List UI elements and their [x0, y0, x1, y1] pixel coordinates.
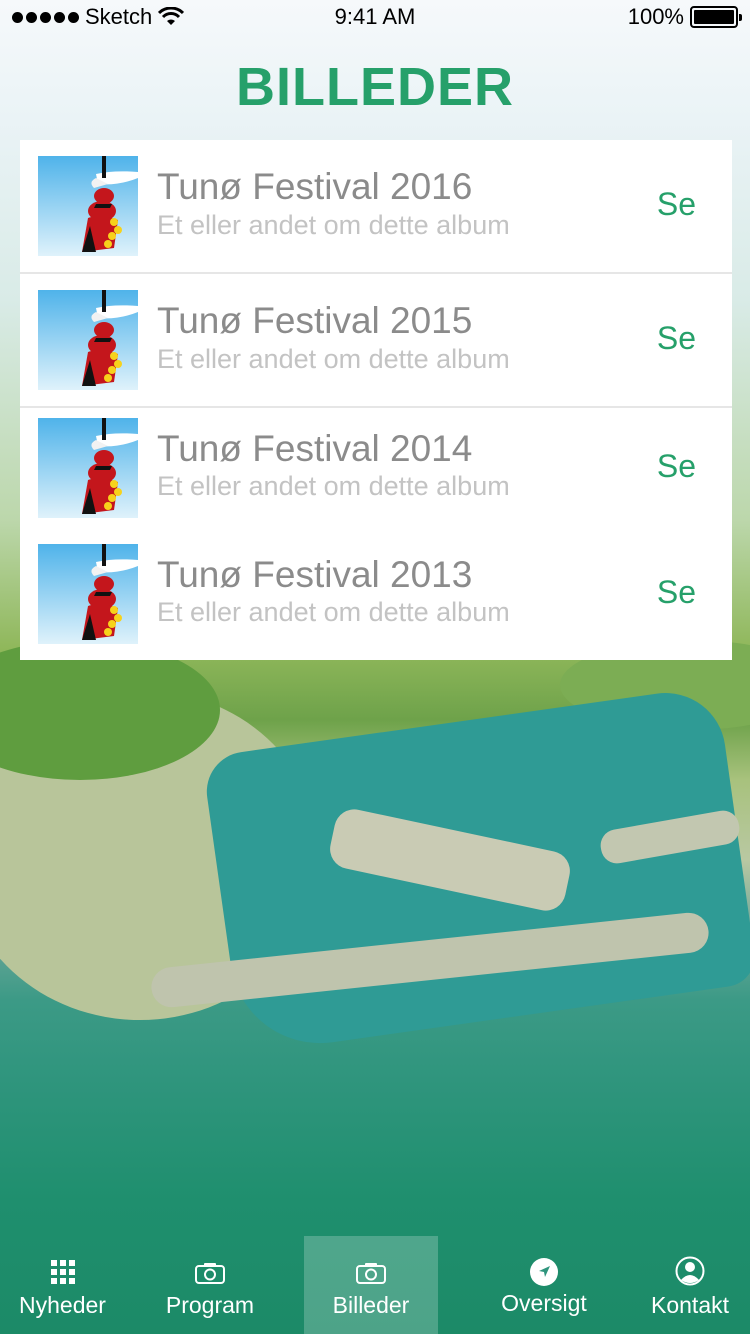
status-right: 100% [627, 4, 742, 30]
tab-label: Nyheder [19, 1292, 106, 1318]
album-row[interactable]: Tunø Festival 2014 Et eller andet om det… [20, 408, 732, 534]
tab-oversigt[interactable]: Oversigt [480, 1236, 608, 1334]
tab-label: Program [165, 1292, 255, 1318]
album-row[interactable]: Tunø Festival 2013 Et eller andet om det… [20, 534, 732, 660]
album-title: Tunø Festival 2016 [157, 166, 473, 207]
grid-icon [50, 1260, 75, 1284]
album-row[interactable]: Tunø Festival 2015 Et eller andet om det… [20, 274, 732, 408]
tab-bar: Nyheder Program Billeder Oversigt Kontak… [0, 1236, 750, 1334]
album-title: Tunø Festival 2013 [157, 554, 473, 595]
tab-label: Oversigt [501, 1290, 587, 1316]
page-title: BILLEDER [236, 57, 514, 117]
battery-percent: 100% [627, 4, 684, 29]
battery-icon [690, 6, 742, 28]
tab-label: Kontakt [651, 1292, 729, 1318]
tab-program[interactable]: Program [145, 1236, 275, 1334]
album-subtitle: Et eller andet om dette album [157, 210, 510, 240]
album-thumbnail [38, 290, 138, 390]
see-album-button[interactable]: Se [657, 448, 696, 485]
tab-label: Billeder [332, 1292, 410, 1318]
see-album-button[interactable]: Se [657, 574, 696, 611]
status-bar: Sketch 9:41 AM 100% [0, 0, 750, 34]
album-subtitle: Et eller andet om dette album [157, 597, 510, 627]
navigation-icon [530, 1258, 558, 1286]
see-album-button[interactable]: Se [657, 186, 696, 223]
album-title: Tunø Festival 2014 [157, 428, 473, 469]
tab-nyheder[interactable]: Nyheder [0, 1236, 125, 1334]
album-subtitle: Et eller andet om dette album [157, 344, 510, 374]
album-list: Tunø Festival 2016 Et eller andet om det… [20, 140, 732, 660]
tab-kontakt[interactable]: Kontakt [630, 1236, 750, 1334]
album-thumbnail [38, 418, 138, 518]
album-thumbnail [38, 544, 138, 644]
album-title: Tunø Festival 2015 [157, 300, 473, 341]
album-subtitle: Et eller andet om dette album [157, 471, 510, 501]
camera-icon [356, 1263, 386, 1284]
camera-icon [195, 1263, 225, 1284]
user-icon [675, 1256, 705, 1286]
see-album-button[interactable]: Se [657, 320, 696, 357]
album-thumbnail [38, 156, 138, 256]
album-row[interactable]: Tunø Festival 2016 Et eller andet om det… [20, 140, 732, 274]
tab-billeder[interactable]: Billeder [304, 1236, 438, 1334]
